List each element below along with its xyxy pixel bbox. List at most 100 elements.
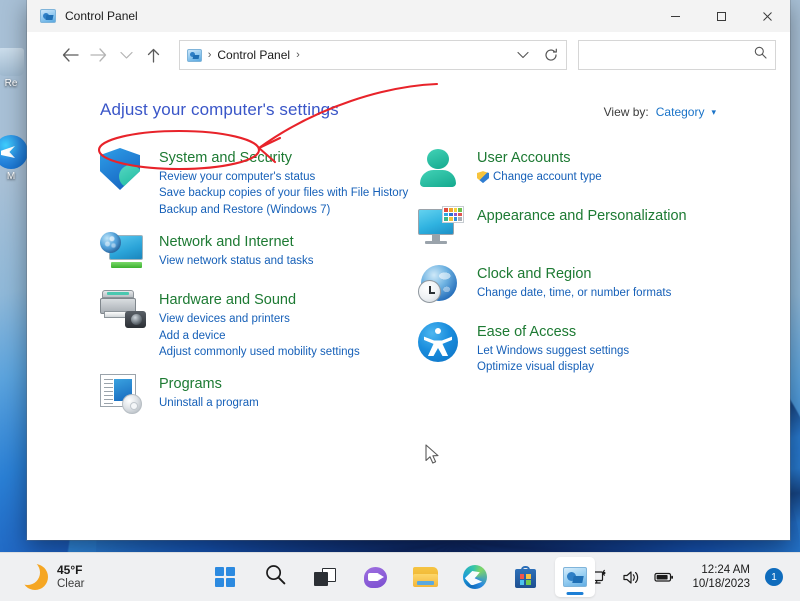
mouse-cursor xyxy=(425,444,440,466)
category-body: Ease of Access Let Windows suggest setti… xyxy=(477,322,629,376)
network-globe-monitor-icon xyxy=(100,232,146,276)
navigation-bar: › Control Panel › xyxy=(27,32,790,78)
speaker-icon[interactable] xyxy=(616,557,646,597)
category-link-label: Change account type xyxy=(493,169,602,185)
control-panel-icon xyxy=(563,567,587,587)
desktop-icon-label: Re xyxy=(5,78,18,89)
recent-locations-button[interactable] xyxy=(112,40,140,70)
category-network-and-internet[interactable]: Network and Internet View network status… xyxy=(100,232,418,276)
category-title[interactable]: Hardware and Sound xyxy=(159,291,296,309)
category-body: User Accounts Change account type xyxy=(477,148,602,192)
category-programs[interactable]: Programs Uninstall a program xyxy=(100,374,418,418)
category-column-left: System and Security Review your computer… xyxy=(100,148,418,432)
maximize-button[interactable] xyxy=(698,0,744,32)
address-dropdown-button[interactable] xyxy=(512,42,534,68)
category-body: Appearance and Personalization xyxy=(477,206,687,250)
refresh-button[interactable] xyxy=(540,42,562,68)
control-panel-content: Adjust your computer's settings View by:… xyxy=(27,78,790,540)
appearance-monitor-icon xyxy=(418,206,464,250)
window-title-bar: Control Panel xyxy=(27,0,790,32)
category-link[interactable]: Optimize visual display xyxy=(477,359,629,375)
category-user-accounts[interactable]: User Accounts Change account type xyxy=(418,148,760,192)
category-title[interactable]: Clock and Region xyxy=(477,265,591,283)
content-header-row: Adjust your computer's settings View by:… xyxy=(100,100,760,120)
shield-icon xyxy=(100,148,146,192)
control-panel-icon xyxy=(40,9,56,23)
tray-icons-group[interactable] xyxy=(580,557,684,597)
category-link[interactable]: Change date, time, or number formats xyxy=(477,285,671,301)
task-view-button[interactable] xyxy=(305,557,345,597)
view-by-label: View by: xyxy=(604,105,649,119)
window-title: Control Panel xyxy=(65,9,138,23)
notification-badge: 1 xyxy=(765,568,783,586)
forward-button[interactable] xyxy=(85,40,113,70)
page-title: Adjust your computer's settings xyxy=(100,100,339,120)
weather-text: 45°F Clear xyxy=(57,563,84,592)
weather-condition: Clear xyxy=(57,577,84,591)
chevron-down-icon[interactable]: ▾ xyxy=(711,107,716,118)
minimize-button[interactable] xyxy=(652,0,698,32)
category-link[interactable]: Uninstall a program xyxy=(159,395,259,411)
category-link[interactable]: View devices and printers xyxy=(159,311,360,327)
view-by-value[interactable]: Category xyxy=(656,105,705,119)
category-body: Clock and Region Change date, time, or n… xyxy=(477,264,671,308)
category-clock-and-region[interactable]: Clock and Region Change date, time, or n… xyxy=(418,264,760,308)
edge-icon xyxy=(463,565,487,589)
category-system-and-security[interactable]: System and Security Review your computer… xyxy=(100,148,418,218)
category-link[interactable]: Adjust commonly used mobility settings xyxy=(159,344,360,360)
category-appearance-and-personalization[interactable]: Appearance and Personalization xyxy=(418,206,760,250)
user-account-icon xyxy=(418,148,464,192)
category-link[interactable]: Add a device xyxy=(159,328,360,344)
search-icon xyxy=(265,564,286,590)
chat-video-icon xyxy=(364,567,387,588)
file-explorer-button[interactable] xyxy=(405,557,445,597)
category-grid: System and Security Review your computer… xyxy=(100,148,760,432)
category-title[interactable]: Programs xyxy=(159,375,222,393)
search-input[interactable] xyxy=(587,48,754,62)
weather-temperature: 45°F xyxy=(57,563,84,578)
category-ease-of-access[interactable]: Ease of Access Let Windows suggest setti… xyxy=(418,322,760,376)
window-controls xyxy=(652,0,790,32)
printer-camera-icon xyxy=(100,290,146,334)
control-panel-window: Control Panel xyxy=(27,0,790,540)
search-box[interactable] xyxy=(578,40,776,70)
taskbar-weather-widget[interactable]: 45°F Clear xyxy=(0,563,84,592)
battery-icon[interactable] xyxy=(648,557,680,597)
category-hardware-and-sound[interactable]: Hardware and Sound View devices and prin… xyxy=(100,290,418,360)
category-title[interactable]: User Accounts xyxy=(477,149,571,167)
control-panel-button[interactable] xyxy=(555,557,595,597)
category-body: Programs Uninstall a program xyxy=(159,374,259,418)
start-button[interactable] xyxy=(205,557,245,597)
search-button[interactable] xyxy=(255,557,295,597)
notification-center-button[interactable]: 1 xyxy=(759,557,789,597)
close-button[interactable] xyxy=(744,0,790,32)
category-link[interactable]: Backup and Restore (Windows 7) xyxy=(159,202,408,218)
recycle-bin-icon xyxy=(0,48,24,76)
category-column-right: User Accounts Change account type xyxy=(418,148,760,432)
category-body: Hardware and Sound View devices and prin… xyxy=(159,290,360,360)
chat-button[interactable] xyxy=(355,557,395,597)
breadcrumb-separator[interactable]: › xyxy=(296,49,300,61)
microsoft-store-button[interactable] xyxy=(505,557,545,597)
title-bar-left: Control Panel xyxy=(27,9,138,23)
clock-time: 12:24 AM xyxy=(692,563,750,577)
up-button[interactable] xyxy=(140,40,168,70)
taskbar-clock[interactable]: 12:24 AM 10/18/2023 xyxy=(684,563,759,591)
category-link[interactable]: View network status and tasks xyxy=(159,253,313,269)
folder-icon xyxy=(413,567,438,587)
search-icon[interactable] xyxy=(754,46,767,64)
category-link[interactable]: Change account type xyxy=(477,169,602,185)
breadcrumb-item[interactable]: Control Panel xyxy=(217,48,290,62)
address-bar[interactable]: › Control Panel › xyxy=(179,40,567,70)
windows-logo-icon xyxy=(215,567,235,587)
microsoft-edge-button[interactable] xyxy=(455,557,495,597)
category-title[interactable]: Appearance and Personalization xyxy=(477,207,687,225)
category-title[interactable]: System and Security xyxy=(159,149,292,167)
back-button[interactable] xyxy=(57,40,85,70)
category-title[interactable]: Network and Internet xyxy=(159,233,294,251)
category-link[interactable]: Let Windows suggest settings xyxy=(477,343,629,359)
task-view-icon xyxy=(314,568,336,586)
category-link[interactable]: Save backup copies of your files with Fi… xyxy=(159,185,408,201)
category-link[interactable]: Review your computer's status xyxy=(159,169,408,185)
category-title[interactable]: Ease of Access xyxy=(477,323,576,341)
